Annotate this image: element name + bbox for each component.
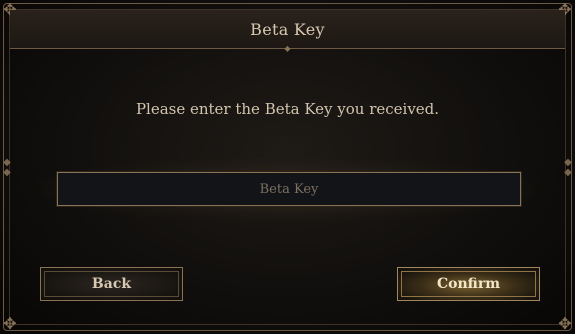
prompt-text: Please enter the Beta Key you received. [135, 100, 440, 118]
back-button[interactable]: Back [40, 267, 183, 301]
corner-ornament-icon: ✥ [3, 314, 17, 333]
corner-ornament-icon: ✥ [558, 314, 572, 333]
beta-key-dialog: ✥ ✥ ✥ ✥ ◆◆ ◆◆ Beta Key ◆ Please enter th… [0, 0, 575, 334]
dialog-title: Beta Key [250, 19, 325, 39]
beta-key-input[interactable] [56, 171, 522, 207]
title-ornament-icon: ◆ [284, 44, 291, 53]
side-ornament-icon: ◆ ◆ [3, 157, 11, 178]
side-ornament-icon: ◆ ◆ [564, 157, 572, 178]
back-button-label: Back [91, 276, 132, 292]
confirm-button[interactable]: Confirm [397, 267, 540, 301]
confirm-button-label: Confirm [436, 276, 501, 292]
title-bar: Beta Key ◆ [10, 10, 565, 53]
